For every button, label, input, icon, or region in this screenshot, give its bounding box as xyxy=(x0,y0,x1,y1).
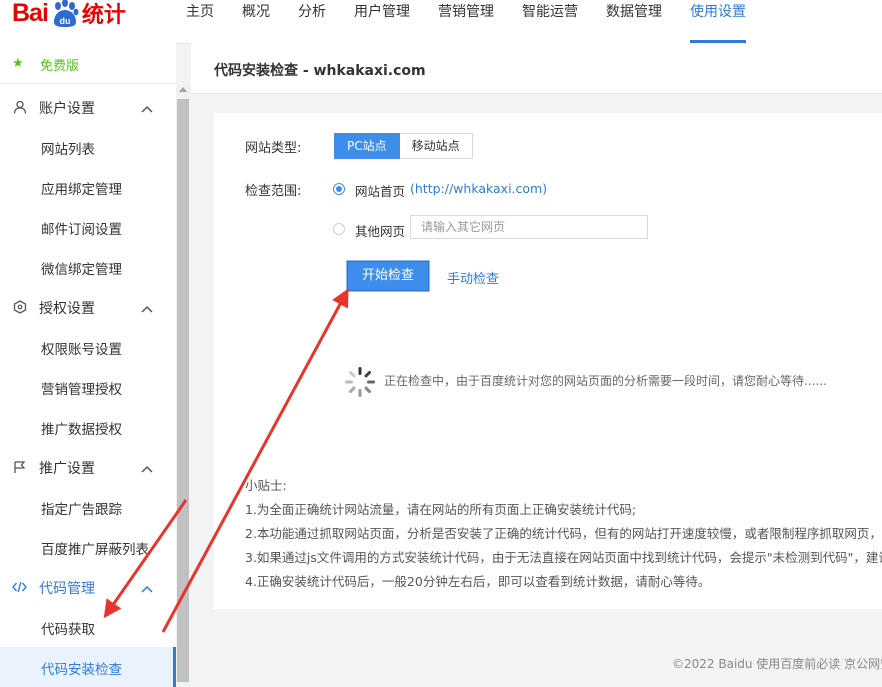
code-icon xyxy=(12,579,27,594)
sidebar-group-account[interactable]: 账户设置 xyxy=(0,87,176,127)
logo-text-du: du xyxy=(59,16,70,26)
page-header: 代码安装检查 - whkakaxi.com xyxy=(191,43,882,94)
scope-home-label[interactable]: 网站首页 xyxy=(355,181,405,200)
logo-text-tongji: 统计 xyxy=(81,3,126,28)
logo-text-bai: Bai xyxy=(12,0,49,27)
site-type-label: 网站类型: xyxy=(245,141,302,156)
scope-home-radio[interactable] xyxy=(333,183,345,195)
top-navigation-bar: Bai du 统计 主页 概况 分析 用户管理 营销管理 智能运营 数据管理 使… xyxy=(0,0,882,44)
sidebar-group-label: 授权设置 xyxy=(39,301,95,317)
scope-other-radio[interactable] xyxy=(333,223,345,235)
scroll-thumb[interactable] xyxy=(177,99,189,682)
sidebar-item-ad-tracking[interactable]: 指定广告跟踪 xyxy=(0,487,176,527)
mobile-site-button[interactable]: 移动站点 xyxy=(399,133,473,159)
start-check-button[interactable]: 开始检查 xyxy=(347,261,429,291)
user-icon xyxy=(12,99,27,114)
sidebar-item-get-code[interactable]: 代码获取 xyxy=(0,607,176,647)
sidebar-item-marketing-authorization[interactable]: 营销管理授权 xyxy=(0,367,176,407)
flag-icon xyxy=(12,459,27,474)
nav-item-analysis[interactable]: 分析 xyxy=(284,0,340,43)
sidebar-group-label: 代码管理 xyxy=(39,581,95,597)
nav-item-data-management[interactable]: 数据管理 xyxy=(592,0,676,43)
nav-item-smart-operations[interactable]: 智能运营 xyxy=(508,0,592,43)
sidebar-item-app-binding[interactable]: 应用绑定管理 xyxy=(0,167,176,207)
sidebar-item-permission-accounts[interactable]: 权限账号设置 xyxy=(0,327,176,367)
tip-item-3: 3.如果通过js文件调用的方式安装统计代码，由于无法直接在网站页面中找到统计代码… xyxy=(245,550,882,565)
nav-item-user-management[interactable]: 用户管理 xyxy=(340,0,424,43)
page-footer: ©2022 Baidu 使用百度前必读 京公网安 xyxy=(672,657,882,671)
site-type-toggle: PC站点 移动站点 xyxy=(334,133,473,159)
loading-spinner-icon xyxy=(345,367,375,397)
chevron-up-icon[interactable] xyxy=(141,102,153,117)
sidebar-item-wechat-binding[interactable]: 微信绑定管理 xyxy=(0,247,176,287)
sidebar-group-label: 推广设置 xyxy=(39,461,95,477)
nav-item-overview[interactable]: 概况 xyxy=(228,0,284,43)
scope-home-url: (http://whkakaxi.com) xyxy=(410,181,548,196)
baidu-tongji-logo[interactable]: Bai du 统计 xyxy=(12,0,126,30)
nav-item-settings[interactable]: 使用设置 xyxy=(676,0,760,43)
nav-item-marketing[interactable]: 营销管理 xyxy=(424,0,508,43)
star-icon: ★ xyxy=(12,56,24,71)
sidebar-group-promotion[interactable]: 推广设置 xyxy=(0,447,176,487)
shield-icon xyxy=(12,299,27,314)
scope-other-label[interactable]: 其他网页 xyxy=(355,221,405,240)
sidebar-group-label: 账户设置 xyxy=(39,101,95,117)
sidebar-item-block-list[interactable]: 百度推广屏蔽列表 xyxy=(0,527,176,567)
manual-check-link[interactable]: 手动检查 xyxy=(447,268,499,287)
tip-item-2: 2.本功能通过抓取网站页面，分析是否安装了正确的统计代码，但有的网站打开速度较慢… xyxy=(245,526,882,541)
scroll-up-arrow-icon[interactable] xyxy=(179,87,187,92)
sidebar-item-site-list[interactable]: 网站列表 xyxy=(0,127,176,167)
pc-site-button[interactable]: PC站点 xyxy=(334,133,400,159)
sidebar-group-code-management[interactable]: 代码管理 xyxy=(0,567,176,607)
plan-badge: ★ 免费版 xyxy=(0,43,176,84)
sidebar-group-authorization[interactable]: 授权设置 xyxy=(0,287,176,327)
main-nav: 主页 概况 分析 用户管理 营销管理 智能运营 数据管理 使用设置 xyxy=(172,0,760,43)
other-page-input[interactable] xyxy=(410,215,648,239)
main-content: 代码安装检查 - whkakaxi.com 网站类型: PC站点 移动站点 检查… xyxy=(191,43,882,682)
chevron-up-icon[interactable] xyxy=(141,302,153,317)
check-panel: 网站类型: PC站点 移动站点 检查范围: 网站首页 (http://whkak… xyxy=(214,113,882,609)
sidebar: ★ 免费版 账户设置 网站列表 应用绑定管理 邮件订阅设置 微信绑定管理 授权设… xyxy=(0,43,176,687)
plan-label: 免费版 xyxy=(40,59,80,74)
page-title: 代码安装检查 - whkakaxi.com xyxy=(214,63,426,79)
tip-item-1: 1.为全面正确统计网站流量，请在网站的所有页面上正确安装统计代码; xyxy=(245,502,637,517)
baidu-paw-icon: du xyxy=(50,0,80,27)
chevron-up-icon[interactable] xyxy=(141,582,153,597)
scope-label: 检查范围: xyxy=(245,184,302,199)
nav-item-home[interactable]: 主页 xyxy=(172,0,228,43)
tips-title: 小贴士: xyxy=(245,478,287,493)
sidebar-item-email-subscription[interactable]: 邮件订阅设置 xyxy=(0,207,176,247)
checking-status-text: 正在检查中，由于百度统计对您的网站页面的分析需要一段时间，请您耐心等待.....… xyxy=(384,374,827,388)
sidebar-scrollbar[interactable] xyxy=(176,83,190,682)
sidebar-item-code-install-check[interactable]: 代码安装检查 xyxy=(0,647,176,687)
sidebar-item-promotion-data-authorization[interactable]: 推广数据授权 xyxy=(0,407,176,447)
tip-item-4: 4.正确安装统计代码后，一般20分钟左右后，即可以查看到统计数据，请耐心等待。 xyxy=(245,574,711,589)
chevron-up-icon[interactable] xyxy=(141,462,153,477)
